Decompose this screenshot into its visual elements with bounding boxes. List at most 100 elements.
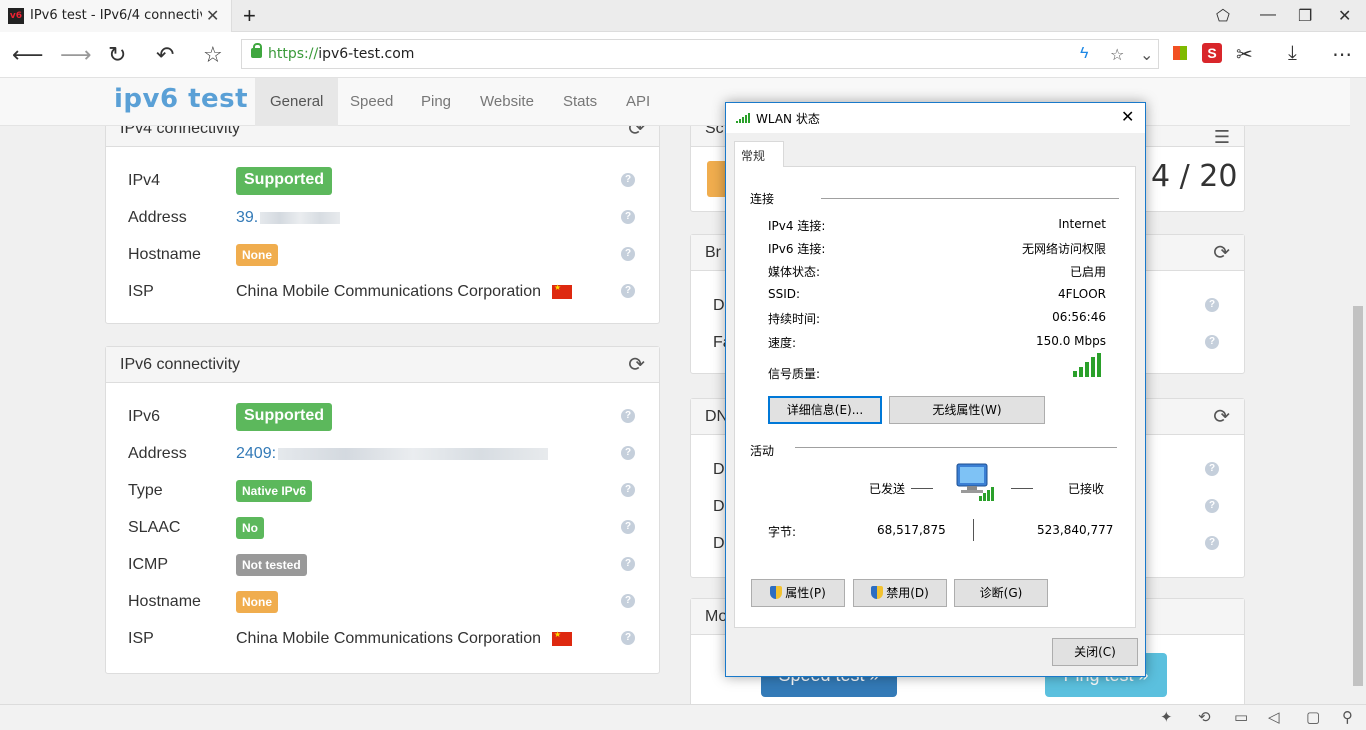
help-icon[interactable]: ?	[621, 409, 635, 423]
office-icon[interactable]	[1173, 46, 1187, 60]
refresh-icon[interactable]: ↻	[108, 42, 126, 68]
refresh-icon[interactable]: ⟳	[1213, 235, 1230, 271]
ipv6-icmp-label: ICMP	[128, 556, 168, 573]
ipv4-label: IPv4	[128, 172, 161, 189]
chevron-down-icon[interactable]: ⌄	[1140, 45, 1153, 65]
ipv4-address-label: Address	[128, 209, 187, 226]
ipv6-supported-badge: Supported	[236, 403, 332, 431]
pin-icon[interactable]: ✦	[1160, 708, 1173, 726]
ipv6-isp-value: China Mobile Communications Corporation	[236, 630, 542, 647]
connection-section-title: 连接	[750, 192, 775, 206]
duration-value: 06:56:46	[1052, 310, 1106, 324]
lightning-icon[interactable]: ϟ	[1080, 45, 1088, 63]
ipv4-connection-key: IPv4 连接:	[768, 219, 826, 233]
help-icon[interactable]: ?	[621, 247, 635, 261]
search-icon[interactable]: ⚲	[1342, 708, 1353, 726]
favorite-icon[interactable]: ☆	[203, 42, 223, 68]
help-icon[interactable]: ?	[621, 173, 635, 187]
ipv6-isp-label: ISP	[128, 630, 154, 647]
ipv6-panel-title: IPv6 connectivity	[120, 356, 241, 373]
scissors-icon[interactable]: ✂	[1236, 42, 1253, 67]
wlan-status-dialog: WLAN 状态 ✕ 常规 连接 IPv4 连接: Internet IPv6 连…	[725, 102, 1146, 677]
diagnose-button[interactable]: 诊断(G)	[954, 579, 1048, 607]
site-navbar: ipv6 test General Speed Ping Website Sta…	[0, 78, 1350, 126]
close-tab-icon[interactable]: ✕	[206, 6, 219, 26]
nav-api[interactable]: API	[611, 78, 665, 126]
score-value: 4 / 20	[1151, 159, 1238, 194]
wireless-properties-button[interactable]: 无线属性(W)	[889, 396, 1045, 424]
tab-general[interactable]: 常规	[734, 141, 784, 167]
dialog-close-icon[interactable]: ✕	[1121, 107, 1134, 126]
taskbar-status: ✦ ⟲ ▭ ◁ ▢ ⚲	[0, 704, 1366, 730]
properties-button[interactable]: 属性(P)	[751, 579, 845, 607]
received-label: 已接收	[1068, 482, 1105, 496]
more-icon[interactable]: ⋯	[1332, 42, 1352, 67]
url-field[interactable]: https://ipv6-test.com ϟ ☆ ⌄	[241, 39, 1159, 69]
help-icon[interactable]: ?	[1205, 462, 1219, 476]
dialog-titlebar[interactable]: WLAN 状态 ✕	[726, 103, 1145, 133]
address-bar-row: ⟵ ⟶ ↻ ↶ ☆ https://ipv6-test.com ϟ ☆ ⌄ S …	[0, 32, 1366, 78]
ipv6-slaac-badge: No	[236, 517, 264, 539]
help-icon[interactable]: ?	[621, 284, 635, 298]
bytes-divider	[973, 519, 974, 541]
help-icon[interactable]: ?	[1205, 335, 1219, 349]
refresh-icon[interactable]: ⟳	[1213, 399, 1230, 435]
star-icon[interactable]: ☆	[1110, 45, 1124, 65]
volume-icon[interactable]: ◁	[1268, 708, 1280, 726]
browser-panel-title: Br	[705, 244, 721, 261]
help-icon[interactable]: ?	[1205, 298, 1219, 312]
ipv4-panel: IPv4 connectivity ⟳ IPv4 Supported ? Add…	[105, 110, 660, 324]
restore-icon[interactable]: ❐	[1298, 6, 1312, 26]
url-text: https://ipv6-test.com	[268, 46, 415, 62]
bytes-sent-value: 68,517,875	[877, 523, 946, 537]
help-icon[interactable]: ?	[1205, 499, 1219, 513]
scroll-thumb[interactable]	[1353, 306, 1363, 686]
new-tab-icon[interactable]: +	[243, 3, 256, 29]
ipv4-isp-label: ISP	[128, 283, 154, 300]
help-icon[interactable]: ?	[621, 594, 635, 608]
properties-button-label: 属性(P)	[785, 586, 826, 600]
refresh-icon[interactable]: ⟳	[628, 347, 645, 383]
activity-section-title: 活动	[750, 444, 775, 458]
window-icon[interactable]: ▢	[1306, 708, 1320, 726]
back-icon[interactable]: ⟵	[12, 42, 44, 68]
minimize-icon[interactable]: —	[1260, 6, 1276, 24]
nav-ping[interactable]: Ping	[406, 78, 466, 126]
ipv6-panel: IPv6 connectivity ⟳ IPv6 Supported ? Add…	[105, 346, 660, 674]
browser-row-label: D	[713, 297, 725, 314]
sent-dash	[911, 488, 933, 489]
nav-stats[interactable]: Stats	[548, 78, 612, 126]
close-button[interactable]: 关闭(C)	[1052, 638, 1138, 666]
ipv6-connection-value: 无网络访问权限	[1021, 242, 1106, 256]
ipv6-favicon-icon: v6	[8, 8, 24, 24]
s-icon[interactable]: S	[1202, 43, 1222, 63]
set-aside-tabs-icon[interactable]: ⬠	[1216, 6, 1230, 26]
disable-button[interactable]: 禁用(D)	[853, 579, 947, 607]
nav-general[interactable]: General	[255, 78, 339, 126]
download-icon[interactable]: ⤓	[1288, 42, 1297, 65]
nav-website[interactable]: Website	[465, 78, 549, 126]
browser-tab[interactable]: v6 IPv6 test - IPv6/4 connectivity ✕	[0, 0, 232, 32]
page-scrollbar[interactable]	[1350, 78, 1366, 704]
received-dash	[1011, 488, 1033, 489]
close-window-icon[interactable]: ✕	[1338, 6, 1351, 26]
forward-icon[interactable]: ⟶	[60, 42, 92, 68]
ipv4-supported-badge: Supported	[236, 167, 332, 195]
undo-icon[interactable]: ↶	[156, 42, 174, 68]
help-icon[interactable]: ?	[621, 446, 635, 460]
wifi-signal-icon	[736, 113, 750, 123]
help-icon[interactable]: ?	[621, 210, 635, 224]
bytes-label: 字节:	[768, 525, 797, 539]
sync-icon[interactable]: ⟲	[1198, 708, 1211, 726]
ipv6-panel-header: IPv6 connectivity ⟳	[106, 347, 659, 383]
trash-icon[interactable]: ▭	[1234, 708, 1248, 726]
details-button[interactable]: 详细信息(E)...	[768, 396, 882, 424]
help-icon[interactable]: ?	[621, 557, 635, 571]
nav-speed[interactable]: Speed	[335, 78, 408, 126]
help-icon[interactable]: ?	[621, 483, 635, 497]
site-logo[interactable]: ipv6 test	[114, 84, 248, 114]
help-icon[interactable]: ?	[621, 631, 635, 645]
help-icon[interactable]: ?	[621, 520, 635, 534]
ipv6-type-label: Type	[128, 482, 163, 499]
help-icon[interactable]: ?	[1205, 536, 1219, 550]
